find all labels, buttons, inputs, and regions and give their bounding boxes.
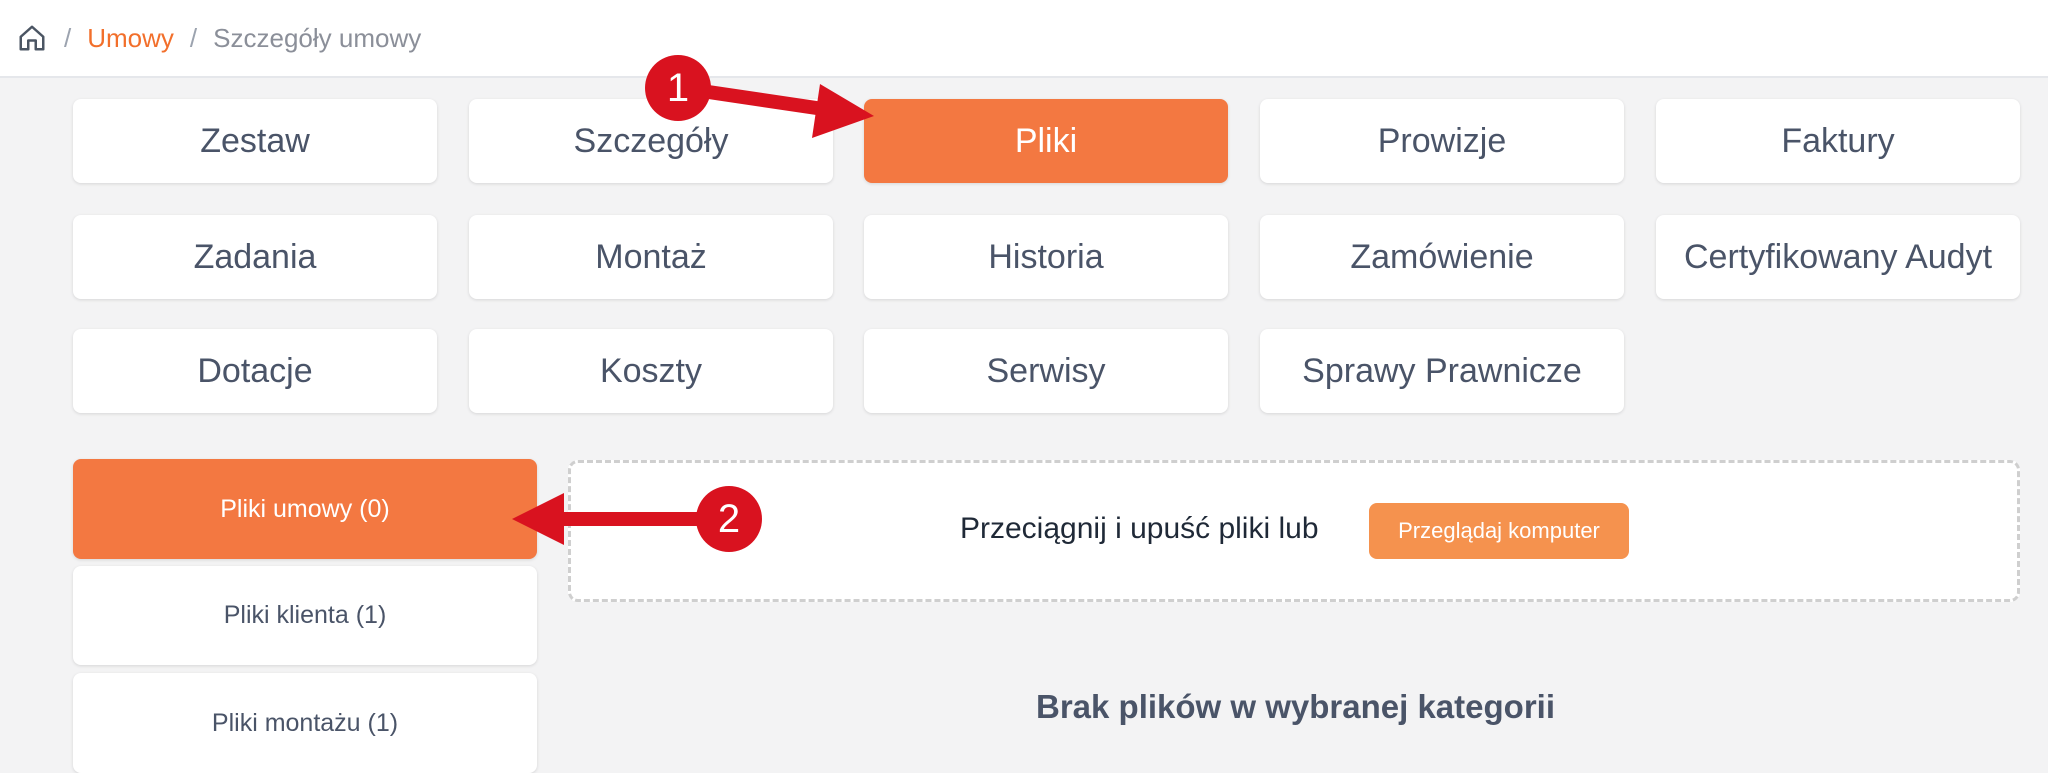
annotation-arrowhead-2 [512,493,564,545]
annotation-arrows [512,83,874,545]
annotation-arrow-1 [688,83,837,117]
annotation-badge-1: 1 [645,55,711,121]
annotation-arrowhead-1 [812,84,874,138]
annotation-badge-2: 2 [696,486,762,552]
